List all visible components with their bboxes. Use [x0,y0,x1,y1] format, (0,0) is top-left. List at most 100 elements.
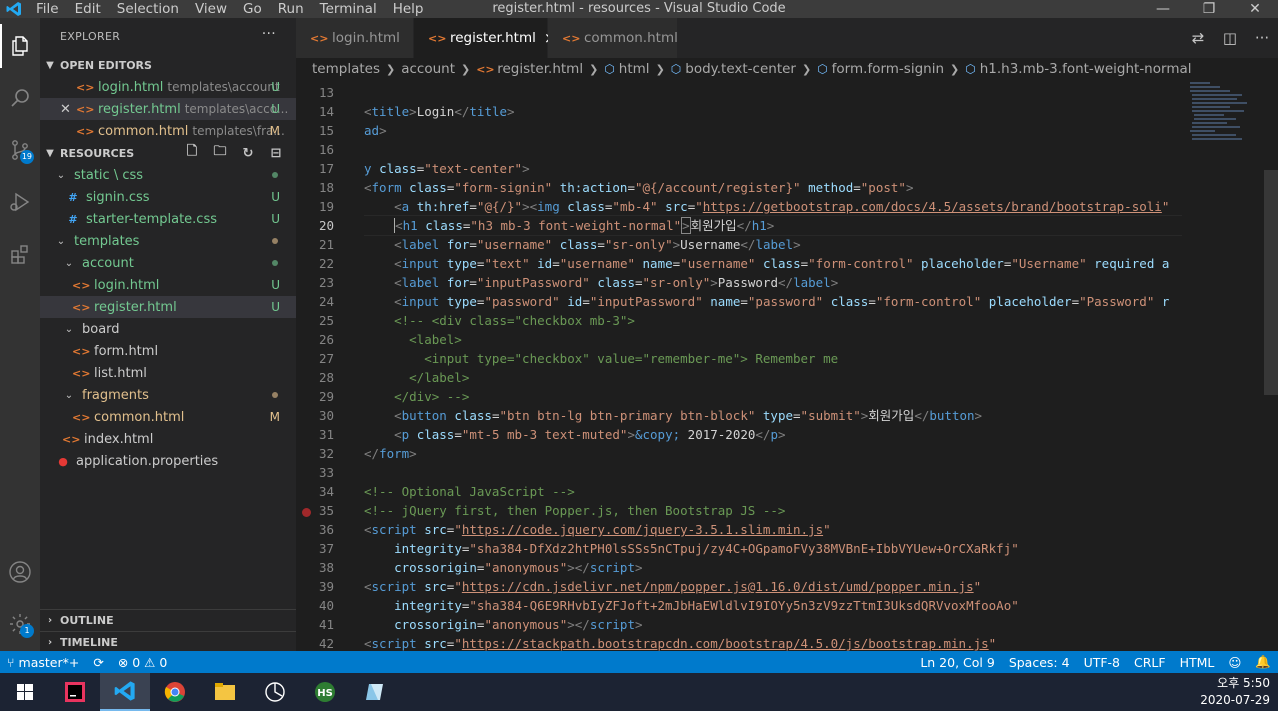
restore-button[interactable]: ❐ [1186,0,1232,18]
refresh-icon[interactable]: ↻ [234,146,262,161]
html-file-icon: <> [72,278,91,292]
breadcrumb-item[interactable]: register.html [497,61,583,77]
tree-folder[interactable]: ⌄ account [40,252,296,274]
vscode-logo-icon [0,0,28,18]
cursor-position[interactable]: Ln 20, Col 9 [913,651,1002,673]
tree-folder[interactable]: ⌄ templates [40,230,296,252]
minimize-button[interactable]: — [1140,0,1186,18]
code-line: <script src="https://code.jquery.com/jqu… [364,522,831,537]
breakpoint-icon[interactable] [302,508,311,517]
app-icon[interactable] [250,673,300,711]
tree-file[interactable]: <> list.html [40,362,296,384]
html-file-icon: <> [62,432,81,446]
tree-folder[interactable]: ⌄ static \ css [40,164,296,186]
tree-file[interactable]: <> index.html [40,428,296,450]
tree-folder-name: board [82,321,120,337]
open-editor-item[interactable]: <> common.html templates\fra... M [40,120,296,142]
tree-file[interactable]: ● application.properties [40,450,296,472]
tree-file[interactable]: # starter-template.css U [40,208,296,230]
code-editor[interactable]: 13 14 15 16 17 18 19 20 21 22 23 24 25 2… [296,80,1278,651]
open-editor-item[interactable]: <> login.html templates\account U [40,76,296,98]
menu-selection[interactable]: Selection [109,0,187,18]
notes-app-icon[interactable] [350,673,400,711]
timeline-section[interactable]: › TIMELINE [40,631,296,653]
language-mode[interactable]: HTML [1173,651,1222,673]
line-number: 22 [318,256,334,271]
encoding[interactable]: UTF-8 [1077,651,1127,673]
breadcrumb-item[interactable]: html [619,61,650,77]
run-debug-icon[interactable] [0,180,40,224]
tree-file[interactable]: <> login.html U [40,274,296,296]
vscode-taskbar-icon[interactable] [100,673,150,711]
chrome-icon[interactable] [150,673,200,711]
breadcrumb-item[interactable]: h1.h3.mb-3.font-weight-normal [980,61,1192,77]
code-content[interactable]: <title>Login</title> ad> y class="text-c… [364,83,1182,651]
tree-file[interactable]: <> form.html [40,340,296,362]
windows-taskbar: HS 오후 5:50 2020-07-29 [0,673,1278,711]
resources-section[interactable]: ▼ RESOURCES 🗋 🗀 ↻ ⊟ [40,142,296,164]
html-file-icon: <> [76,124,95,138]
code-line: <!-- Optional JavaScript --> [364,484,575,499]
code-line: <title>Login</title> [364,104,515,119]
windows-start-icon[interactable] [0,673,50,711]
tab-login[interactable]: <> login.html [296,18,414,58]
menu-go[interactable]: Go [235,0,270,18]
more-actions-icon[interactable]: ··· [262,26,276,42]
breadcrumb-item[interactable]: templates [312,61,380,77]
outline-section[interactable]: › OUTLINE [40,609,296,631]
settings-icon[interactable]: 1 [0,602,40,646]
minimap[interactable] [1184,80,1254,651]
more-actions-icon[interactable]: ··· [1246,29,1278,47]
source-control-icon[interactable]: 19 [0,128,40,172]
new-file-icon[interactable]: 🗋 [178,142,206,164]
status-bar: ⑂ master*+ ⟳ ⊗ 0 ⚠ 0 Ln 20, Col 9 Spaces… [0,651,1278,673]
line-number: 34 [318,484,334,499]
tree-file[interactable]: <> common.html M [40,406,296,428]
branch-indicator[interactable]: ⑂ master*+ [0,651,86,673]
feedback-icon[interactable]: ☺ [1221,651,1248,673]
extensions-icon[interactable] [0,232,40,276]
close-icon[interactable]: ✕ [60,102,76,117]
file-explorer-icon[interactable] [200,673,250,711]
menu-terminal[interactable]: Terminal [312,0,385,18]
tree-folder[interactable]: ⌄ fragments [40,384,296,406]
open-editor-item[interactable]: ✕ <> register.html templates\acco... U [40,98,296,120]
explorer-icon[interactable] [0,24,40,68]
system-clock[interactable]: 오후 5:50 2020-07-29 [1200,675,1270,709]
breadcrumb-item[interactable]: form.form-signin [832,61,944,77]
tree-file[interactable]: <> register.html U [40,296,296,318]
breadcrumb-item[interactable]: account [401,61,455,77]
line-ending[interactable]: CRLF [1127,651,1173,673]
menu-run[interactable]: Run [270,0,312,18]
tab-register[interactable]: <> register.html × [414,18,556,58]
editor-scrollbar[interactable] [1264,80,1278,651]
chevron-right-icon: ❯ [950,62,960,76]
menu-help[interactable]: Help [385,0,432,18]
sync-icon[interactable]: ⟳ [86,651,110,673]
open-changes-icon[interactable]: ⇄ [1182,29,1214,47]
menu-file[interactable]: File [28,0,67,18]
hs-app-icon[interactable]: HS [300,673,350,711]
account-icon[interactable] [0,550,40,594]
collapse-all-icon[interactable]: ⊟ [262,146,290,161]
line-number: 13 [318,85,334,100]
scrollbar-thumb[interactable] [1264,170,1278,395]
search-icon[interactable] [0,76,40,120]
breadcrumb-item[interactable]: body.text-center [685,61,796,77]
close-window-button[interactable]: ✕ [1232,0,1278,18]
notifications-icon[interactable]: 🔔 [1248,651,1278,673]
tree-folder[interactable]: ⌄ board [40,318,296,340]
line-number: 28 [318,370,334,385]
line-number: 20 [318,218,334,233]
tab-common[interactable]: <> common.html [548,18,678,58]
split-editor-icon[interactable]: ◫ [1214,29,1246,47]
menu-view[interactable]: View [187,0,235,18]
tree-file[interactable]: # signin.css U [40,186,296,208]
line-number: 36 [318,522,334,537]
problems-indicator[interactable]: ⊗ 0 ⚠ 0 [111,651,175,673]
indentation[interactable]: Spaces: 4 [1002,651,1077,673]
menu-edit[interactable]: Edit [67,0,109,18]
open-editors-section[interactable]: ▼ OPEN EDITORS [40,54,296,76]
new-folder-icon[interactable]: 🗀 [206,142,234,164]
intellij-icon[interactable] [50,673,100,711]
